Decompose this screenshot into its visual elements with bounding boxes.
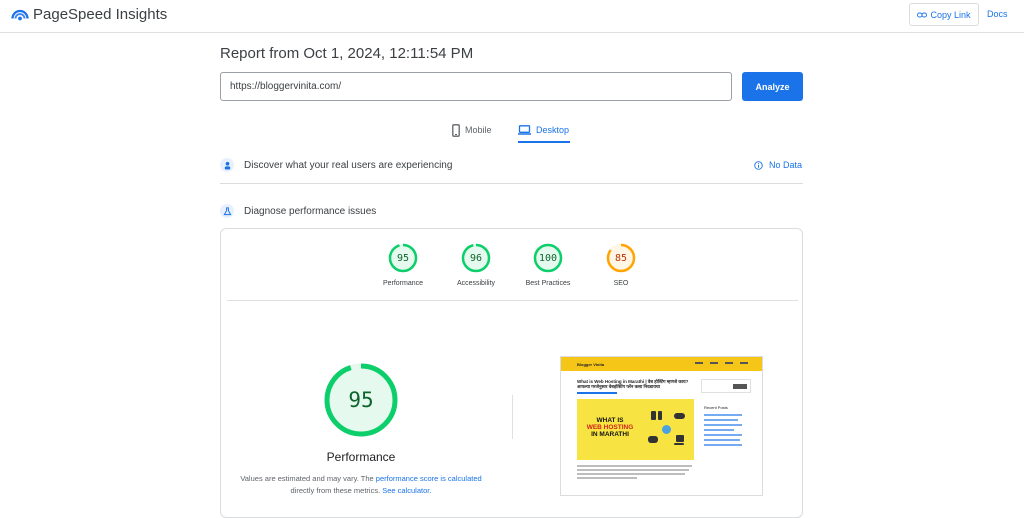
analyze-button[interactable]: Analyze	[742, 72, 803, 101]
sidebar-search	[701, 379, 751, 393]
label-accessibility: Accessibility	[456, 280, 496, 287]
score-calculated-link[interactable]: performance score is calculated	[376, 474, 482, 483]
hero-line-3: IN MARATHI	[591, 431, 629, 438]
no-data-indicator[interactable]: No Data	[754, 160, 802, 170]
site-name: Blogger Vinita	[577, 361, 605, 367]
hero-line-1: WHAT IS	[596, 417, 624, 424]
label-best-practices: Best Practices	[525, 280, 571, 287]
url-input[interactable]	[220, 72, 732, 101]
top-bar: PageSpeed Insights Copy Link Docs	[0, 0, 1024, 33]
users-icon	[220, 158, 234, 172]
post-content: What is Web Hosting in Marathi | वेब होस…	[577, 379, 694, 481]
post-sidebar: Recent Posts	[701, 379, 751, 449]
post-title: What is Web Hosting in Marathi | वेब होस…	[577, 379, 689, 389]
docs-link[interactable]: Docs	[987, 9, 1008, 19]
app-name: PageSpeed Insights	[33, 5, 168, 23]
copy-link-label: Copy Link	[930, 9, 971, 20]
report-title: Report from Oct 1, 2024, 12:11:54 PM	[220, 45, 474, 62]
diagnose-heading: Diagnose performance issues	[244, 205, 377, 217]
gauge-accessibility[interactable]: 96 Accessibility	[441, 243, 511, 287]
performance-note: Values are estimated and may vary. The p…	[231, 473, 491, 497]
page-screenshot: Blogger Vinita What is Web Hosting in Ma…	[560, 356, 763, 496]
label-performance: Performance	[382, 280, 424, 287]
sidebar-heading: Recent Posts	[704, 405, 728, 410]
gauge-best-practices[interactable]: 100 Best Practices	[513, 243, 583, 287]
performance-score-large: 95	[348, 388, 374, 412]
link-icon	[917, 12, 928, 17]
note-text-2: directly from these metrics.	[290, 486, 383, 495]
flask-icon	[220, 204, 234, 218]
tab-mobile-label: Mobile	[465, 125, 492, 135]
scores-card: 95 Performance 96 Accessibility 100 Best…	[220, 228, 803, 518]
label-seo: SEO	[613, 280, 629, 287]
real-users-section[interactable]: Discover what your real users are experi…	[220, 155, 803, 175]
mobile-icon	[452, 123, 460, 137]
site-header-bar: Blogger Vinita	[561, 357, 762, 371]
real-users-heading: Discover what your real users are experi…	[244, 159, 453, 171]
score-best-practices: 100	[538, 252, 558, 264]
copy-link-button[interactable]: Copy Link	[909, 3, 979, 26]
server-icons	[645, 409, 690, 453]
performance-title: Performance	[326, 450, 396, 464]
score-accessibility: 96	[469, 252, 483, 264]
section-divider	[220, 183, 803, 184]
tab-desktop[interactable]: Desktop	[518, 119, 570, 143]
desktop-icon	[518, 124, 531, 135]
gauge-performance[interactable]: 95 Performance	[368, 243, 438, 287]
hero-text: WHAT IS WEB HOSTING IN MARATHI	[580, 417, 640, 438]
gauge-seo[interactable]: 85 SEO	[586, 243, 656, 287]
brand[interactable]: PageSpeed Insights	[11, 5, 167, 23]
note-text: Values are estimated and may vary. The	[240, 474, 376, 483]
score-performance: 95	[396, 252, 410, 264]
post-hero-image: WHAT IS WEB HOSTING IN MARATHI	[577, 399, 694, 460]
diagnose-section: Diagnose performance issues	[220, 201, 803, 221]
no-data-label: No Data	[769, 160, 803, 170]
vertical-divider	[512, 395, 513, 439]
info-icon	[754, 160, 763, 170]
see-calculator-link[interactable]: See calculator.	[382, 486, 431, 495]
pagespeed-logo-icon	[11, 9, 29, 21]
card-divider	[227, 300, 798, 301]
tab-mobile[interactable]: Mobile	[452, 119, 492, 141]
tab-desktop-label: Desktop	[536, 124, 570, 135]
score-seo: 85	[614, 252, 628, 264]
hero-line-2: WEB HOSTING	[586, 424, 634, 431]
